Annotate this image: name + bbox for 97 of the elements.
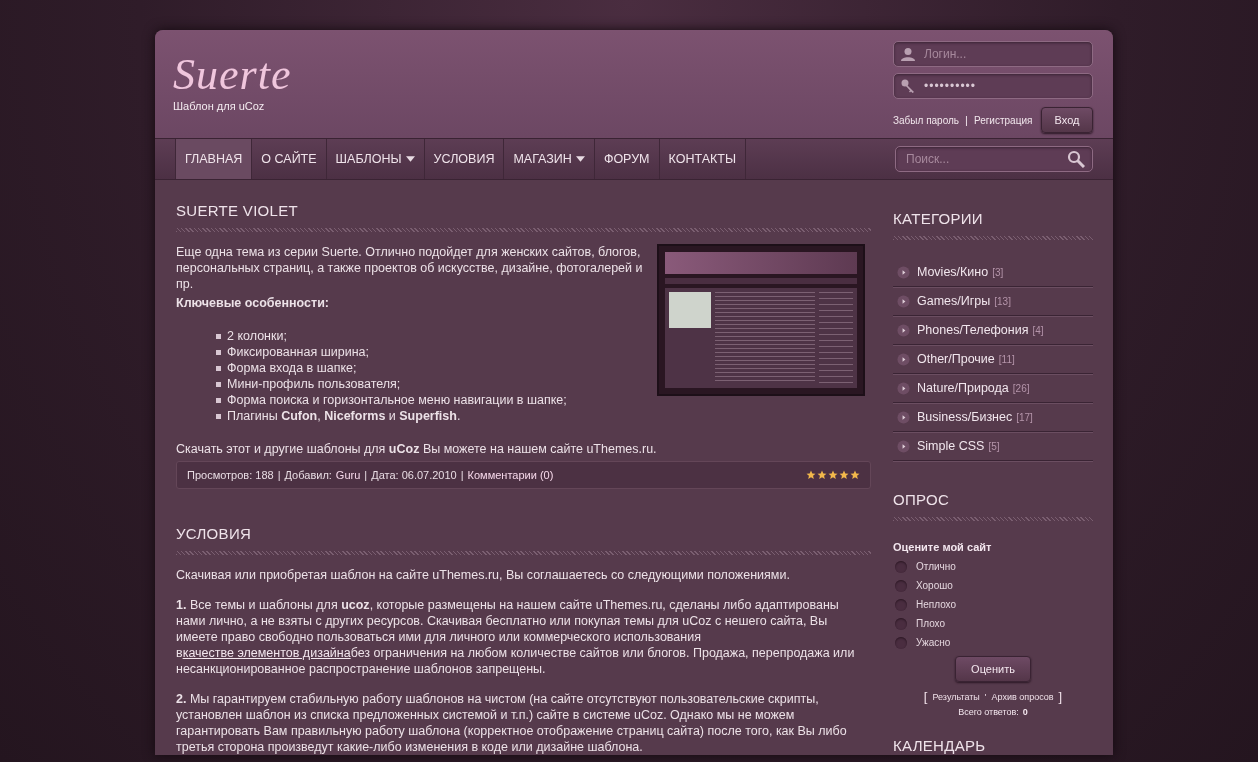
poll-option-label: Ужасно [916,637,951,648]
nav-item[interactable]: ШАБЛОНЫ [326,139,425,179]
poll-option-label: Плохо [916,618,946,629]
radio-button[interactable] [895,598,907,611]
search-icon [1067,150,1085,168]
arrow-bullet-icon [897,352,910,366]
publish-date: Дата: 06.07.2010 [371,469,457,481]
category-link[interactable]: Other/Прочие [917,352,995,366]
bullet-icon [216,413,221,419]
star-icon [817,470,827,480]
category-count: [17] [1016,411,1033,423]
category-count: [3] [992,266,1004,278]
radio-button[interactable] [895,636,907,649]
comments-link[interactable]: Комментарии (0) [467,469,554,481]
arrow-bullet-icon [897,439,910,453]
author-link[interactable]: Guru [335,469,361,481]
features-title: Ключевые особенности: [176,295,330,311]
design-elements-link[interactable]: качестве элементов дизайна [182,646,351,660]
nav-item[interactable]: О САЙТЕ [252,139,327,179]
total-answers-count: 0 [1022,707,1028,717]
arrow-bullet-icon [897,323,910,337]
nav-item[interactable]: ГЛАВНАЯ [176,139,253,179]
terms-paragraph: 2. Мы гарантируем стабильную работу шаблонов на чистом (на сайте отсутствуют пользовательские скрипты, установлен шаблон из списка предложенных системой и т.п.) сайте в системе uCoz. Однако мы не можем гарантировать Вам правильную работу шаблона (корректное отображение страниц сайта) после того, как Вы либо третья сторона произведут какие-либо изменения в коде или дизайне шаблона. [176,691,848,755]
bullet-icon [216,397,221,403]
calendar-title: КАЛЕНДАРЬ [893,737,987,754]
feature-item: Мини-профиль пользователя; [227,376,401,392]
link-separator: ' [984,691,987,702]
nav-item[interactable]: УСЛОВИЯ [424,139,505,179]
bullet-icon [216,333,221,339]
caret-icon [405,156,415,162]
poll-title: ОПРОС [893,491,951,508]
register-link[interactable]: Регистрация [973,114,1033,126]
article-intro: Еще одна тема из серии Suerte. Отлично подойдет для женских сайтов, блогов, персональных страниц, а также проектов об искусстве, дизайне, фотогалерей и пр. [176,244,644,292]
vote-button[interactable]: Оценить [955,656,1031,682]
category-link[interactable]: Business/Бизнес [917,410,1013,424]
radio-button[interactable] [895,579,907,592]
category-link[interactable]: Phones/Телефония [917,323,1029,337]
category-count: [11] [998,353,1015,365]
total-answers-label: Всего ответов: [958,707,1019,717]
site-logo[interactable]: Suerte [173,50,292,100]
terms-paragraph: 1. Все темы и шаблоны для ucoz, которые размещены на нашем сайте uThemes.ru, сделаны либо адаптированы нами лично, а не взяты с других ресурсов. Скачивая бесплатно или покупая темы для uCoz с нешего сайта, Вы имеете право свободно пользоваться ими для личного или коммерческого использования вкачестве элементов дизайнабез ограничения на любом количестве сайтов или блогов. Продажа, перепродажа или несанкционированное распространение шаблонов запрещены. [176,597,856,677]
meta-separator: | [460,469,464,481]
feature-item: 2 колонки; [227,328,287,344]
caret-icon [575,156,585,162]
nav-item[interactable]: КОНТАКТЫ [659,139,746,179]
author-label: Добавил: [284,469,332,481]
category-link[interactable]: Nature/Природа [917,381,1009,395]
feature-item: Форма поиска и горизонтальное меню навигации в шапке; [227,392,567,408]
poll-option-label: Неплохо [916,599,957,610]
meta-separator: | [364,469,368,481]
category-count: [26] [1012,382,1030,394]
feature-item: Плагины Cufon, Niceforms и Superfish. [227,408,461,424]
poll-archive-link[interactable]: Архив опросов [991,691,1054,702]
bullet-icon [216,365,221,371]
star-icon [850,470,860,480]
nav-item[interactable]: МАГАЗИН [504,139,595,179]
star-icon [806,470,816,480]
category-count: [4] [1032,324,1044,336]
star-icon [828,470,838,480]
radio-button[interactable] [895,560,907,573]
arrow-bullet-icon [897,410,910,424]
site-tagline: Шаблон для uCoz [173,100,266,112]
poll-option-label: Отлично [916,561,956,572]
password-field[interactable]: •••••••••• [893,73,1093,99]
article-title: SUERTE VIOLET [176,202,299,219]
arrow-bullet-icon [897,265,910,279]
feature-item: Форма входа в шапке; [227,360,357,376]
arrow-bullet-icon [897,294,910,308]
username-field[interactable]: Логин... [893,41,1093,67]
results-link[interactable]: Результаты [932,691,980,702]
search-field[interactable]: Поиск... [895,146,1093,172]
bullet-icon [216,349,221,355]
link-separator: | [965,114,968,126]
star-rating[interactable] [806,470,860,480]
download-text: Скачать этот и другие шаблоны для uCoz Вы можете на нашем сайте uThemes.ru. [176,441,658,457]
forgot-password-link[interactable]: Забыл пароль [893,114,960,126]
nav-item[interactable]: ФОРУМ [594,139,660,179]
category-link[interactable]: Movies/Кино [917,265,989,279]
bracket: ] [1058,689,1063,704]
login-button[interactable]: Вход [1041,107,1093,133]
poll-question: Оцените мой сайт [893,541,993,553]
meta-separator: | [277,469,281,481]
category-count: [5] [988,440,1000,452]
views-count: Просмотров: 188 [187,469,274,481]
bullet-icon [216,381,221,387]
arrow-bullet-icon [897,381,910,395]
category-count: [13] [994,295,1011,307]
feature-item: Фиксированная ширина; [227,344,369,360]
categories-title: КАТЕГОРИИ [893,210,984,227]
terms-intro: Скачивая или приобретая шаблон на сайте uThemes.ru, Вы соглашаетесь со следующими положениями. [176,567,791,583]
radio-button[interactable] [895,617,907,630]
star-icon [839,470,849,480]
bracket: [ [923,689,928,704]
category-link[interactable]: Simple CSS [917,439,985,453]
terms-title: УСЛОВИЯ [176,525,253,542]
category-link[interactable]: Games/Игры [917,294,991,308]
poll-option-label: Хорошо [916,580,953,591]
